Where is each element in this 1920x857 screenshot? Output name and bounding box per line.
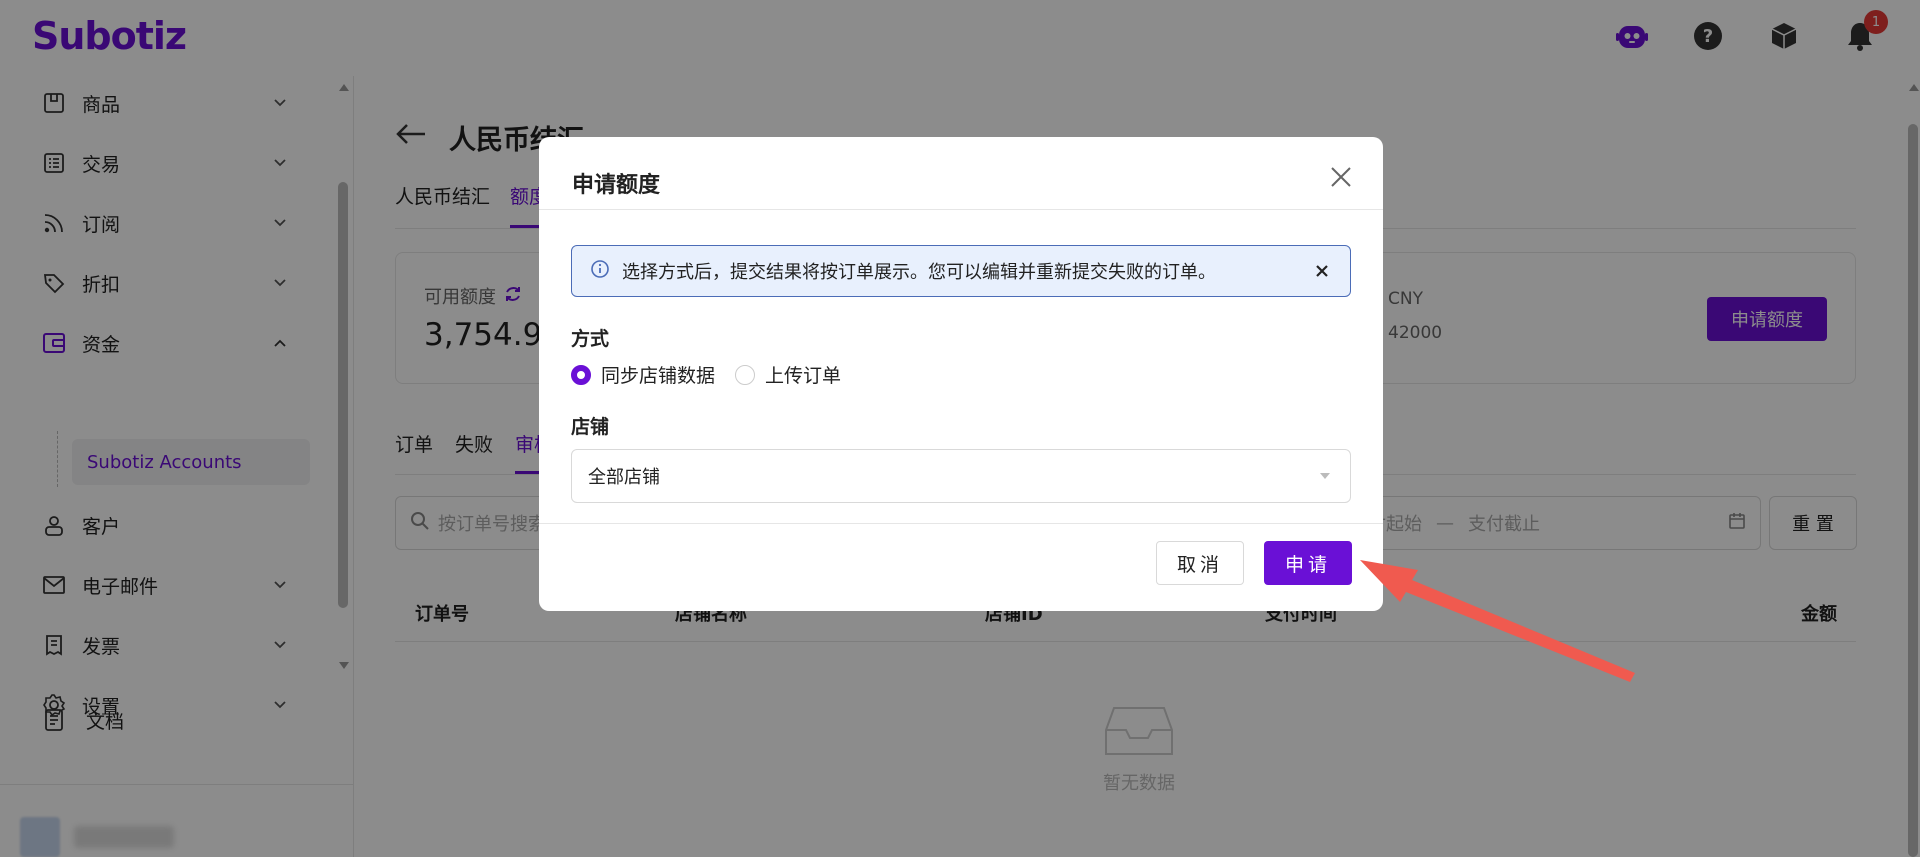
method-radio-group: 同步店铺数据 上传订单 (571, 361, 861, 388)
store-select-value: 全部店铺 (588, 467, 660, 488)
cancel-button[interactable]: 取消 (1156, 541, 1244, 585)
apply-quota-modal: 申请额度 选择方式后，提交结果将按订单展示。您可以编辑并重新提交失败的订单。 方… (539, 137, 1383, 611)
method-option-upload-orders[interactable]: 上传订单 (735, 361, 841, 388)
modal-footer-divider (539, 523, 1383, 524)
info-alert: 选择方式后，提交结果将按订单展示。您可以编辑并重新提交失败的订单。 (571, 245, 1351, 297)
alert-close-icon[interactable] (1304, 253, 1340, 289)
store-select[interactable]: 全部店铺 (571, 449, 1351, 503)
apply-button[interactable]: 申请 (1264, 541, 1352, 585)
info-icon (590, 259, 610, 284)
radio-label: 同步店铺数据 (601, 365, 716, 387)
method-label: 方式 (571, 328, 610, 350)
radio-unselected[interactable] (735, 364, 756, 385)
dropdown-caret-icon (1320, 473, 1330, 479)
store-label: 店铺 (571, 416, 610, 438)
close-icon[interactable] (1327, 163, 1355, 191)
alert-text: 选择方式后，提交结果将按订单展示。您可以编辑并重新提交失败的订单。 (622, 262, 1216, 283)
radio-selected[interactable] (571, 364, 591, 385)
method-option-sync-store[interactable]: 同步店铺数据 (571, 361, 715, 388)
red-pointer-arrow (1360, 560, 1635, 682)
modal-title: 申请额度 (572, 173, 661, 198)
radio-label: 上传订单 (765, 365, 842, 387)
modal-header-divider (539, 209, 1383, 210)
